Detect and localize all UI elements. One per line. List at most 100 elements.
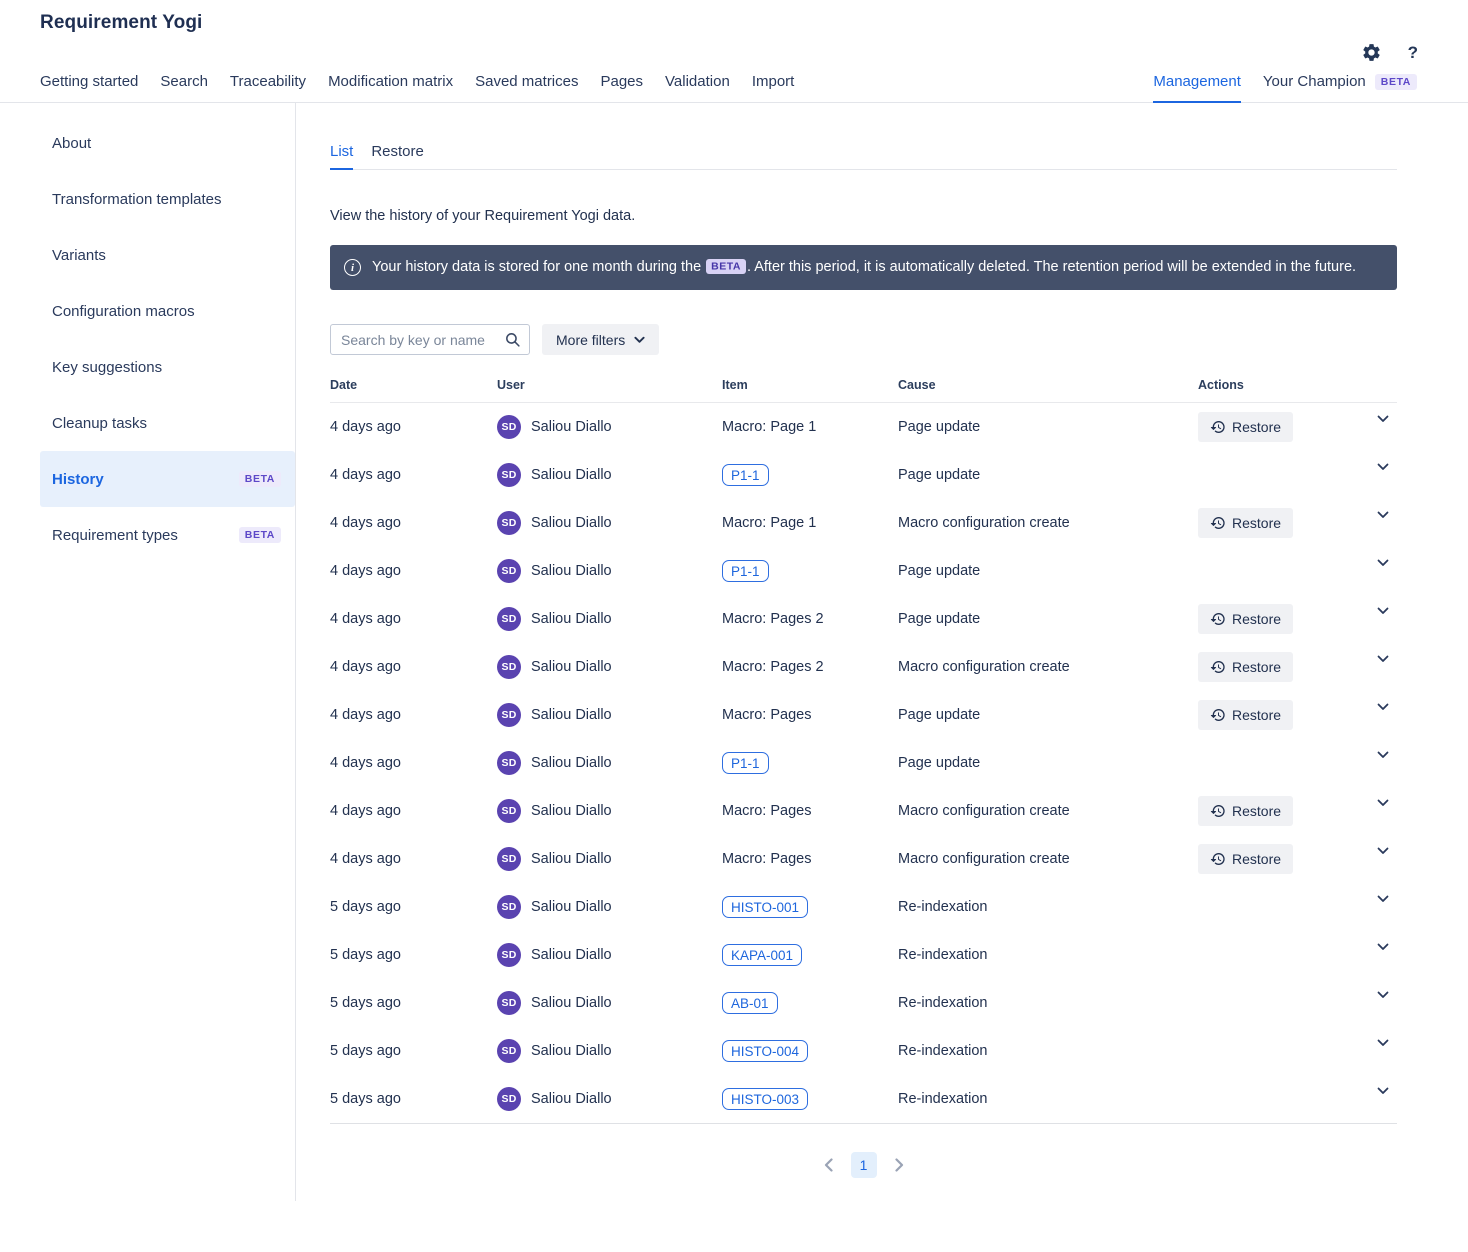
item-value[interactable]: AB-01: [722, 992, 778, 1014]
search-input[interactable]: [330, 324, 530, 355]
item-value[interactable]: HISTO-003: [722, 1088, 808, 1110]
item-value: Macro: Page 1: [722, 419, 816, 435]
current-page[interactable]: 1: [851, 1152, 877, 1178]
sidebar-item-label: Requirement types: [52, 527, 178, 544]
row-expand: [1350, 711, 1397, 719]
row-expand: [1350, 855, 1397, 863]
page-description: View the history of your Requirement Yog…: [330, 208, 1397, 224]
chevron-down-icon[interactable]: [1377, 1039, 1389, 1047]
row-expand: [1350, 903, 1397, 911]
user-name: Saliou Diallo: [531, 515, 612, 531]
sidebar-item-cleanup-tasks[interactable]: Cleanup tasks: [40, 395, 295, 451]
info-banner: i Your history data is stored for one mo…: [330, 245, 1397, 290]
settings-gear-icon[interactable]: [1361, 42, 1382, 63]
row-item: Macro: Pages 2: [722, 659, 898, 675]
chevron-down-icon[interactable]: [1377, 703, 1389, 711]
item-value[interactable]: P1-1: [722, 464, 769, 486]
restore-button[interactable]: Restore: [1198, 844, 1293, 874]
chevron-down-icon[interactable]: [1377, 511, 1389, 519]
restore-button[interactable]: Restore: [1198, 412, 1293, 442]
nav-item-pages[interactable]: Pages: [600, 73, 643, 102]
table-row: 4 days ago SD Saliou Diallo Macro: Page …: [330, 499, 1397, 547]
main-content: List Restore View the history of your Req…: [330, 103, 1397, 1218]
sidebar-item-variants[interactable]: Variants: [40, 227, 295, 283]
sidebar-item-key-suggestions[interactable]: Key suggestions: [40, 339, 295, 395]
row-item: HISTO-004: [722, 1040, 898, 1062]
chevron-down-icon[interactable]: [1377, 463, 1389, 471]
restore-history-icon: [1210, 611, 1226, 627]
row-actions: Restore: [1198, 652, 1350, 682]
user-name: Saliou Diallo: [531, 851, 612, 867]
chevron-down-icon[interactable]: [1377, 751, 1389, 759]
table-row: 4 days ago SD Saliou Diallo Macro: Pages…: [330, 643, 1397, 691]
nav-item-modification-matrix[interactable]: Modification matrix: [328, 73, 453, 102]
chevron-down-icon[interactable]: [1377, 559, 1389, 567]
user-name: Saliou Diallo: [531, 947, 612, 963]
user-name: Saliou Diallo: [531, 1091, 612, 1107]
restore-button[interactable]: Restore: [1198, 508, 1293, 538]
chevron-down-icon[interactable]: [1377, 1087, 1389, 1095]
item-value[interactable]: HISTO-001: [722, 896, 808, 918]
chevron-down-icon[interactable]: [1377, 607, 1389, 615]
chevron-down-icon[interactable]: [1377, 799, 1389, 807]
avatar: SD: [497, 1087, 521, 1111]
sidebar-item-label: Configuration macros: [52, 303, 195, 320]
table-row: 4 days ago SD Saliou Diallo Macro: Pages…: [330, 787, 1397, 835]
next-page-icon[interactable]: [895, 1158, 904, 1172]
tab-list[interactable]: List: [330, 143, 353, 170]
sidebar-item-label: Variants: [52, 247, 106, 264]
more-filters-button[interactable]: More filters: [542, 324, 659, 355]
nav-item-import[interactable]: Import: [752, 73, 795, 102]
item-value[interactable]: P1-1: [722, 752, 769, 774]
chevron-down-icon[interactable]: [1377, 943, 1389, 951]
nav-item-search[interactable]: Search: [160, 73, 208, 102]
row-actions: Restore: [1198, 844, 1350, 874]
nav-item-validation[interactable]: Validation: [665, 73, 730, 102]
table-row: 4 days ago SD Saliou Diallo P1-1 Page up…: [330, 547, 1397, 595]
sidebar-item-transformation-templates[interactable]: Transformation templates: [40, 171, 295, 227]
nav-item-your-champion[interactable]: Your ChampionBETA: [1263, 73, 1417, 102]
user-name: Saliou Diallo: [531, 707, 612, 723]
nav-item-management[interactable]: Management: [1153, 73, 1241, 103]
help-icon[interactable]: ?: [1408, 43, 1418, 63]
row-cause: Macro configuration create: [898, 803, 1198, 819]
row-user: SD Saliou Diallo: [497, 607, 722, 631]
sidebar-item-configuration-macros[interactable]: Configuration macros: [40, 283, 295, 339]
item-value: Macro: Page 1: [722, 515, 816, 531]
nav-item-traceability[interactable]: Traceability: [230, 73, 306, 102]
row-cause: Re-indexation: [898, 1091, 1198, 1107]
chevron-down-icon[interactable]: [1377, 655, 1389, 663]
row-expand: [1350, 759, 1397, 767]
item-value[interactable]: KAPA-001: [722, 944, 802, 966]
chevron-down-icon[interactable]: [1377, 991, 1389, 999]
item-value[interactable]: HISTO-004: [722, 1040, 808, 1062]
tab-restore[interactable]: Restore: [371, 143, 424, 169]
chevron-down-icon[interactable]: [1377, 895, 1389, 903]
banner-text-before: Your history data is stored for one mont…: [372, 259, 701, 275]
restore-button[interactable]: Restore: [1198, 652, 1293, 682]
row-actions: Restore: [1198, 1036, 1350, 1066]
restore-button[interactable]: Restore: [1198, 700, 1293, 730]
nav-item-getting-started[interactable]: Getting started: [40, 73, 138, 102]
chevron-down-icon[interactable]: [1377, 415, 1389, 423]
avatar: SD: [497, 895, 521, 919]
row-item: HISTO-003: [722, 1088, 898, 1110]
nav-item-saved-matrices[interactable]: Saved matrices: [475, 73, 578, 102]
restore-button[interactable]: Restore: [1198, 796, 1293, 826]
chevron-down-icon: [634, 336, 645, 344]
restore-label: Restore: [1232, 851, 1281, 867]
table-row: 4 days ago SD Saliou Diallo Macro: Pages…: [330, 595, 1397, 643]
sidebar-item-history[interactable]: HistoryBETA: [40, 451, 295, 507]
body: AboutTransformation templates Variants Con…: [0, 103, 1468, 1218]
row-actions: Restore: [1198, 796, 1350, 826]
restore-button[interactable]: Restore: [1198, 604, 1293, 634]
previous-page-icon[interactable]: [824, 1158, 833, 1172]
chevron-down-icon[interactable]: [1377, 847, 1389, 855]
row-cause: Macro configuration create: [898, 515, 1198, 531]
secondary-nav: Management Your ChampionBETA: [1131, 73, 1417, 102]
sidebar-item-requirement-types[interactable]: Requirement typesBETA: [40, 507, 295, 563]
restore-history-icon: [1210, 419, 1226, 435]
item-value[interactable]: P1-1: [722, 560, 769, 582]
row-actions: Restore: [1198, 556, 1350, 586]
sidebar-item-about[interactable]: About: [40, 115, 295, 171]
